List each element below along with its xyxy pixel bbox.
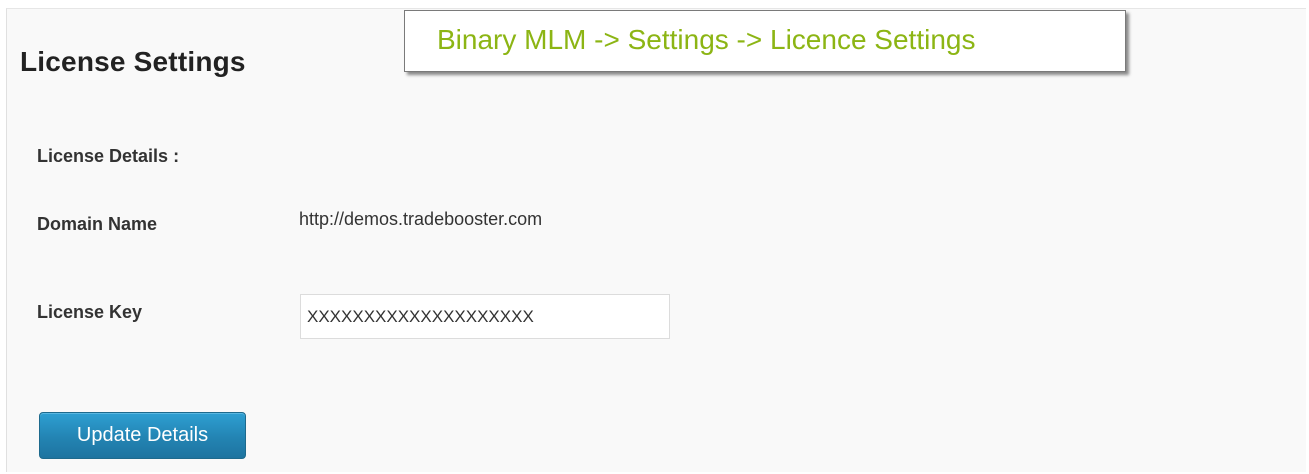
breadcrumb-path: Binary MLM -> Settings -> Licence Settin… — [437, 24, 976, 55]
domain-name-label: Domain Name — [37, 214, 158, 234]
license-key-label: License Key — [37, 302, 143, 322]
license-details-heading: License Details : — [37, 146, 180, 166]
page-title: License Settings — [20, 46, 246, 77]
license-settings-page: License Settings License Details : Domai… — [6, 8, 1306, 472]
license-key-input[interactable] — [300, 294, 670, 339]
update-details-button[interactable]: Update Details — [39, 412, 246, 459]
domain-name-value: http://demos.tradebooster.com — [299, 209, 543, 229]
breadcrumb-callout: Binary MLM -> Settings -> Licence Settin… — [404, 10, 1126, 72]
